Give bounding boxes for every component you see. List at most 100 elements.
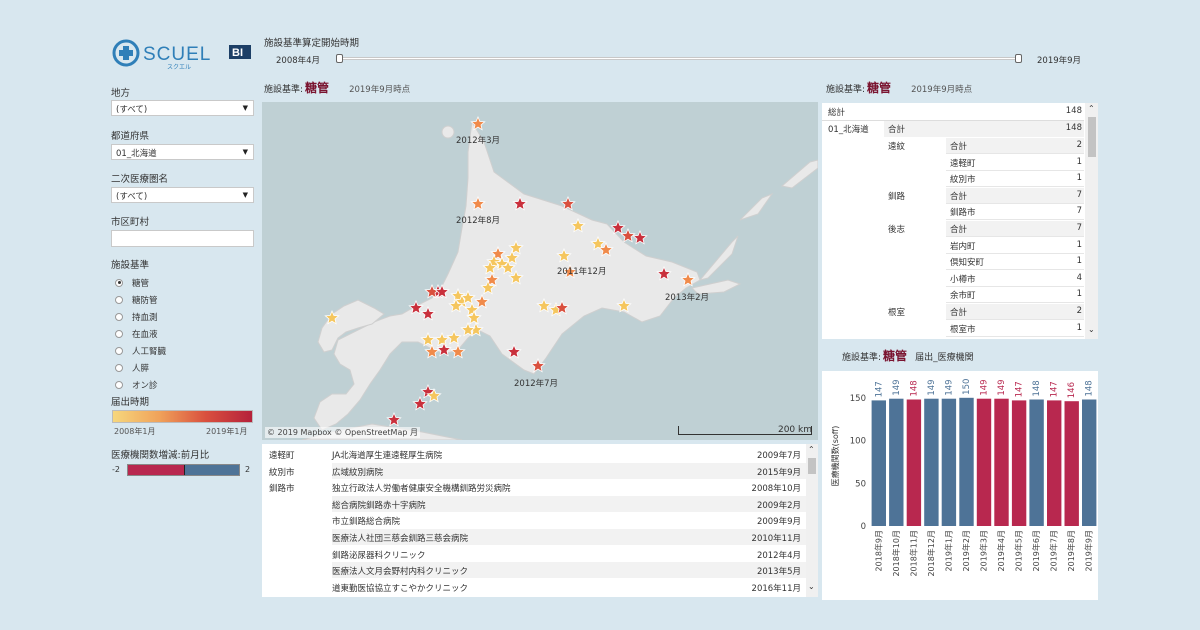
map-callout-2: 2012年8月	[456, 216, 501, 226]
monthly-bar-chart: 医療機関数(soff) 0 50 100 150 147 2018年9月 149 2018年10…	[822, 371, 1098, 600]
x-tick-label: 2019年3月	[979, 530, 989, 571]
table-value: 2	[1076, 140, 1082, 150]
scroll-up-icon[interactable]: ⌃	[808, 445, 815, 454]
bar[interactable]	[959, 397, 974, 526]
radio-icon[interactable]	[115, 312, 123, 321]
timeline-end-handle[interactable]	[1015, 54, 1022, 63]
bar-value-label: 149	[997, 379, 1007, 395]
table-scrollbar[interactable]: ⌃ ⌄	[1085, 103, 1098, 339]
scroll-down-icon[interactable]: ⌄	[808, 582, 815, 591]
standard-option-1[interactable]: 糖防管	[115, 292, 158, 307]
y-axis-label: 医療機関数(soff)	[830, 426, 840, 487]
table-muni: 紋別市	[950, 175, 976, 186]
municipality-input[interactable]	[111, 230, 254, 247]
total-value: 148	[1065, 106, 1082, 116]
table-muni: 合計	[950, 225, 968, 235]
radio-icon[interactable]	[115, 363, 123, 372]
list-date: 2016年11月	[751, 583, 801, 594]
list-scroll-thumb[interactable]	[808, 458, 816, 474]
table-area: 根室	[888, 308, 906, 318]
diff-diverging-bar	[127, 464, 240, 476]
x-tick-label: 2018年10月	[891, 530, 901, 577]
map-callout-4: 2013年2月	[665, 293, 710, 303]
list-item[interactable]: 紋別市 広域紋別病院 2015年9月	[262, 462, 807, 480]
bar[interactable]	[1047, 400, 1062, 526]
list-scrollbar[interactable]: ⌃ ⌄	[806, 444, 818, 597]
list-muni: 釧路市	[269, 484, 295, 495]
bar[interactable]	[1029, 399, 1044, 527]
facility-star-icon[interactable]	[620, 227, 636, 243]
list-item[interactable]: 道東勤医協協立すこやかクリニック 2016年11月	[262, 579, 807, 596]
pref-value: 148	[1065, 123, 1082, 133]
prefecture-select[interactable]: 01_北海道 ▼	[111, 144, 254, 160]
map-attribution[interactable]: © 2019 Mapbox © OpenStreetMap 月	[265, 427, 420, 438]
y-tick-label: 100	[850, 437, 866, 447]
bar[interactable]	[1064, 401, 1079, 526]
facility-star-icon[interactable]	[412, 395, 428, 411]
diff-negative-segment	[128, 465, 184, 475]
table-scroll-thumb[interactable]	[1088, 117, 1096, 157]
bar-value-label: 147	[874, 381, 884, 397]
map-keyword: 糖管	[305, 81, 330, 95]
map-callout-5: 2012年7月	[514, 379, 559, 389]
bar[interactable]	[906, 399, 922, 527]
list-item[interactable]: 医療法人社団三慈会釧路三慈会病院 2010年11月	[262, 529, 807, 546]
facility-star-icon[interactable]	[386, 411, 402, 427]
radio-icon[interactable]	[115, 295, 123, 304]
standard-option-6[interactable]: オン診	[115, 377, 158, 392]
table-value: 7	[1076, 189, 1082, 200]
bar-value-label: 147	[1050, 381, 1060, 397]
bar[interactable]	[1082, 399, 1097, 527]
timeline-slider-track[interactable]	[340, 57, 1020, 60]
scroll-down-icon[interactable]: ⌄	[1088, 325, 1095, 334]
notify-period-label: 届出時期	[111, 397, 150, 408]
list-date: 2013年5月	[756, 567, 801, 578]
radio-icon[interactable]	[115, 278, 123, 287]
map-header: 施設基準: 糖管 2019年9月時点	[264, 79, 410, 96]
bar[interactable]	[941, 398, 957, 526]
region-select[interactable]: (すべて) ▼	[111, 100, 254, 116]
standard-option-2[interactable]: 持血測	[115, 309, 158, 324]
facility-list[interactable]: 遠軽町 JA北海道厚生連遠軽厚生病院 2009年7月 紋別市 広域紋別病院 2015年9月…	[262, 444, 818, 597]
hokkaido-map[interactable]: 2012年3月 2012年8月 2011年12月 2013年2月 2012年7月…	[262, 102, 818, 440]
bar[interactable]	[889, 398, 904, 526]
standard-option-3[interactable]: 在血液	[115, 326, 158, 341]
chart-svg: 医療機関数(soff) 0 50 100 150 147 2018年9月 149 2018年10…	[830, 379, 1097, 577]
region-value: (すべて)	[116, 105, 148, 115]
chevron-down-icon: ▼	[242, 191, 248, 199]
scroll-up-icon[interactable]: ⌃	[1088, 104, 1095, 113]
list-item[interactable]: 市立釧路総合病院 2009年9月	[262, 512, 807, 529]
medical-area-value: (すべて)	[116, 192, 148, 202]
list-item[interactable]: 総合病院釧路赤十字病院 2009年2月	[262, 495, 807, 513]
timeline-start-handle[interactable]	[336, 54, 343, 63]
bar[interactable]	[994, 398, 1009, 526]
list-item[interactable]: 遠軽町 JA北海道厚生連遠軽厚生病院 2009年7月	[262, 446, 807, 463]
standard-option-4[interactable]: 人工腎臓	[115, 343, 166, 358]
facility-star-icon[interactable]	[632, 229, 648, 245]
bar[interactable]	[871, 400, 886, 526]
x-tick-label: 2018年9月	[873, 530, 883, 571]
count-table[interactable]: 総計 148 01_北海道 合計 148 遠紋 合計 2 遠軽町 1 紋別市 1 釧路 合計 7 釧…	[822, 103, 1098, 339]
bar[interactable]	[1011, 400, 1027, 526]
x-tick-label: 2019年9月	[1084, 530, 1094, 571]
standard-option-0[interactable]: 糖管	[115, 275, 149, 290]
list-item[interactable]: 医療法人文月会野村内科クリニック 2013年5月	[262, 562, 807, 579]
bar[interactable]	[976, 398, 992, 526]
standard-option-5[interactable]: 人膵	[115, 360, 149, 375]
map-svg	[301, 115, 818, 440]
list-date: 2009年7月	[756, 451, 801, 461]
bar-value-label: 149	[944, 379, 954, 395]
radio-icon[interactable]	[115, 346, 123, 355]
list-item[interactable]: 釧路市 独立行政法人労働者健康安全機構釧路労災病院 2008年10月	[262, 479, 807, 496]
radio-icon[interactable]	[115, 329, 123, 338]
medical-area-select[interactable]: (すべて) ▼	[111, 187, 254, 203]
standard-option-label: 在血液	[132, 329, 158, 340]
medical-area-label: 二次医療圏名	[111, 174, 169, 185]
radio-icon[interactable]	[115, 380, 123, 389]
list-item[interactable]: 釧路泌尿器科クリニック 2012年4月	[262, 546, 807, 563]
diff-label: 医療機関数増減:前月比	[111, 450, 210, 461]
standard-option-label: 人工腎臓	[132, 346, 167, 357]
list-date: 2012年4月	[756, 550, 801, 561]
bar[interactable]	[924, 398, 939, 526]
pref-label: 01_北海道	[828, 125, 869, 135]
